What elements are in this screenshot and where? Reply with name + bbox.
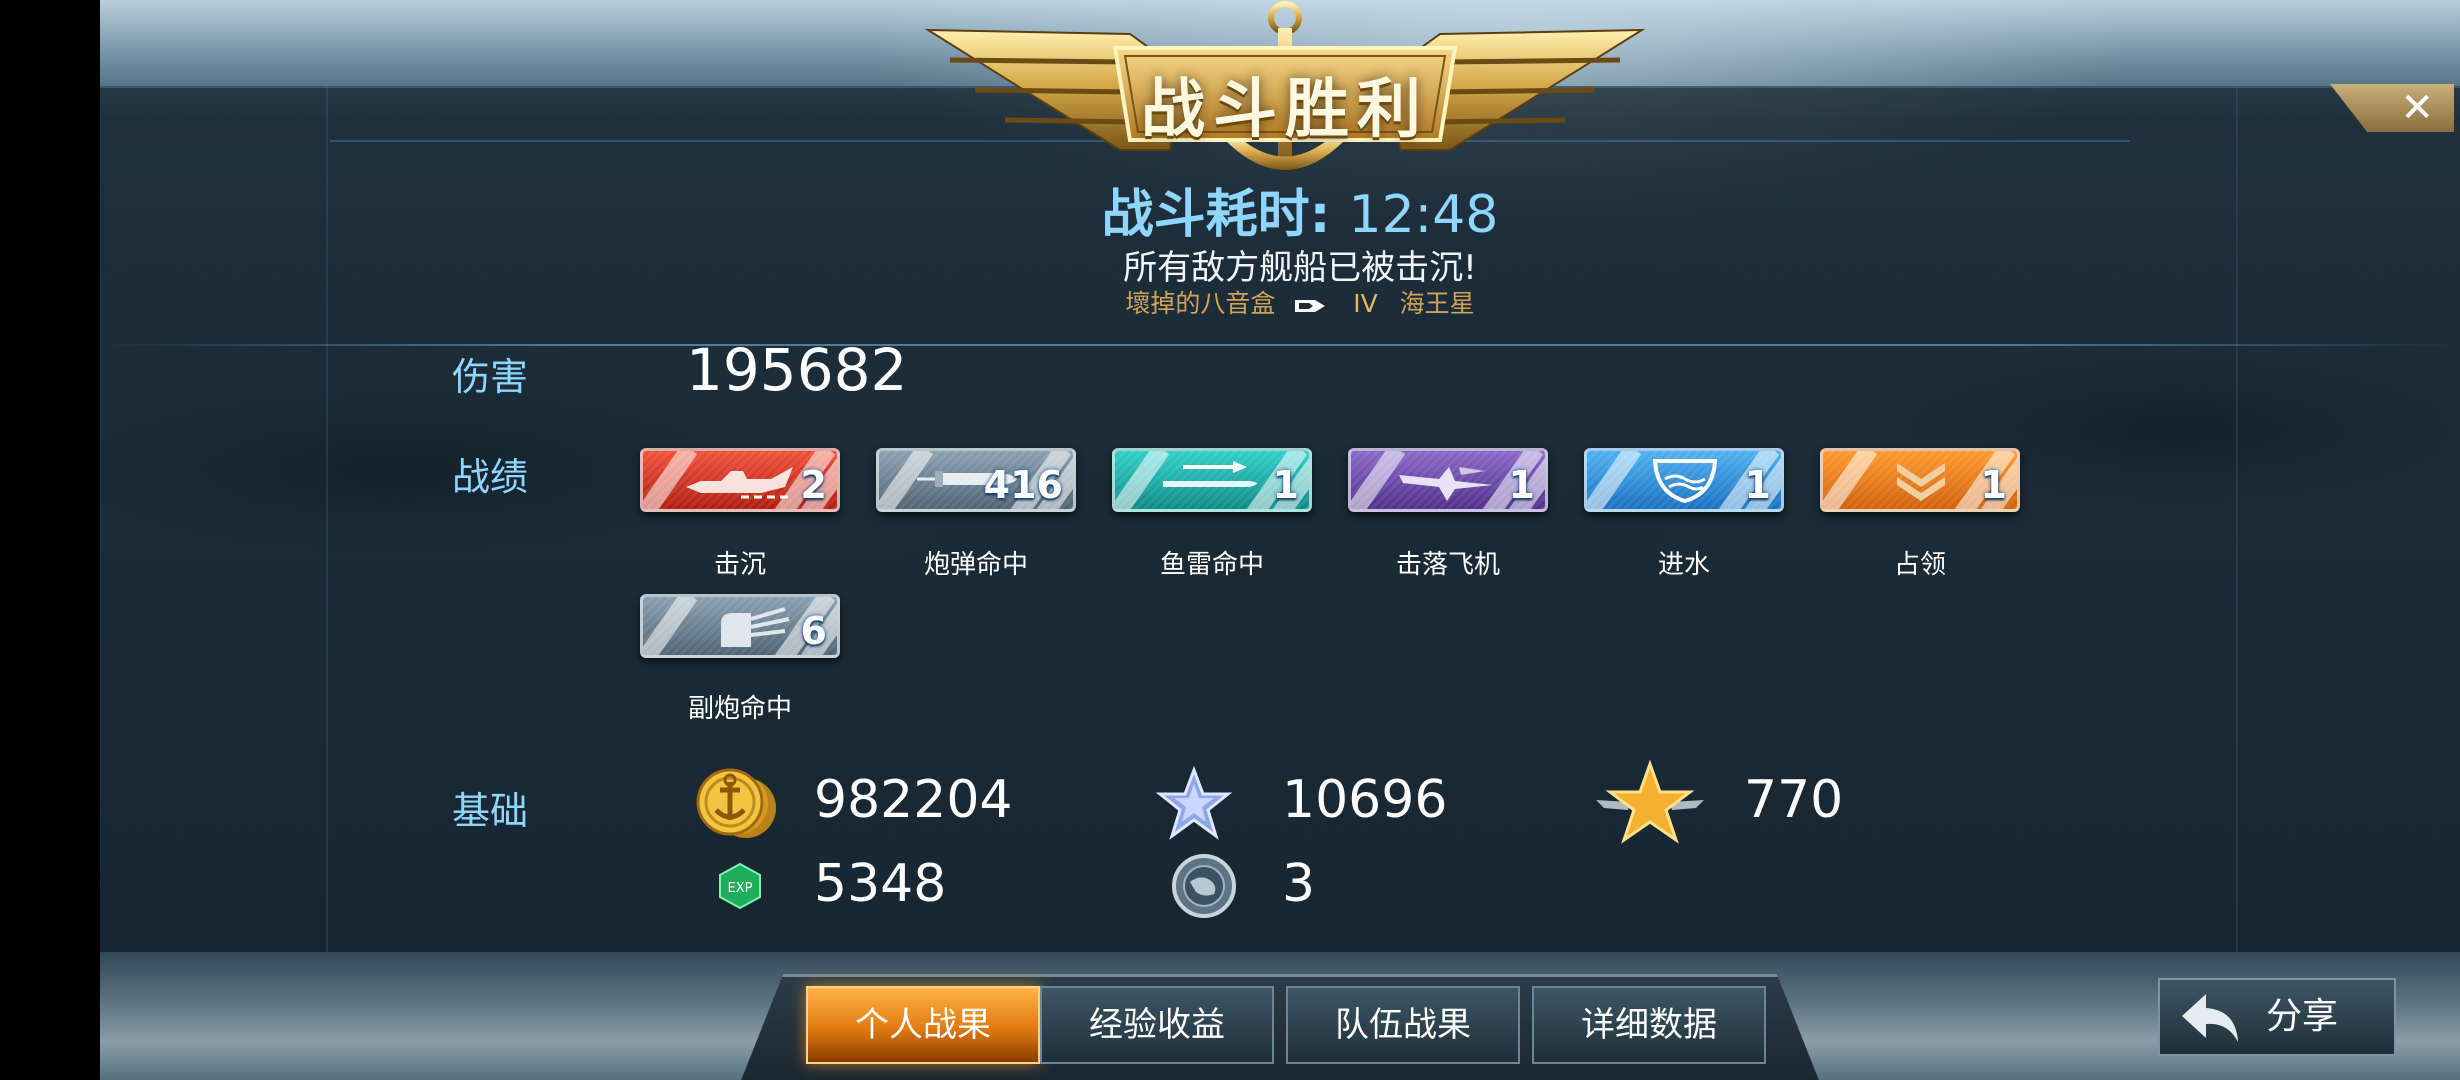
- battle-result-screen: 战斗胜利 ✕ 战斗耗时: 12:48 所有敌方舰船已被击沉! 壞掉的八音盒 IV…: [0, 0, 2460, 1080]
- result-message: 所有敌方舰船已被击沉!: [1123, 248, 1477, 288]
- tab-personal-results[interactable]: 个人战果: [806, 986, 1040, 1064]
- medal-count: 2: [800, 463, 827, 507]
- exp-value: 5348: [814, 854, 947, 914]
- damage-value: 195682: [686, 336, 908, 404]
- svg-text:EXP: EXP: [728, 881, 753, 896]
- ship-icon: [686, 467, 793, 499]
- globe-icon: [1172, 854, 1236, 918]
- flood-icon: [1652, 459, 1718, 504]
- plane-icon: [1399, 467, 1493, 501]
- victory-title: 战斗胜利: [1141, 72, 1429, 147]
- left-black-bar: [0, 0, 100, 1080]
- medal-count: 1: [1508, 463, 1535, 507]
- medal-label: 副炮命中: [687, 694, 792, 724]
- tab-team-results[interactable]: 队伍战果: [1286, 986, 1520, 1064]
- gold-star-value: 770: [1744, 770, 1844, 830]
- medal-planes-shot[interactable]: 1: [1348, 448, 1548, 512]
- medal-sink[interactable]: 2: [640, 448, 840, 512]
- medal-count: 1: [1272, 463, 1299, 507]
- medal-label: 炮弹命中: [923, 550, 1028, 580]
- gold-star-icon: [1596, 760, 1704, 844]
- record-label: 战绩: [452, 455, 529, 499]
- medal-secondary-hits[interactable]: 6: [640, 594, 840, 658]
- medal-torpedo-hits[interactable]: 1: [1112, 448, 1312, 512]
- battle-duration-value: 12:48: [1348, 185, 1499, 245]
- medal-capture[interactable]: 1: [1820, 448, 2020, 512]
- medal-count: 1: [1980, 463, 2007, 507]
- medal-label: 击落飞机: [1395, 550, 1500, 580]
- share-arrow-icon: [2182, 994, 2238, 1042]
- player-line: 壞掉的八音盒 IV 海王星: [900, 284, 1700, 320]
- tab-experience-gains[interactable]: 经验收益: [1040, 986, 1274, 1064]
- capture-icon: [1897, 463, 1945, 501]
- medal-label: 进水: [1657, 550, 1710, 580]
- exp-icon: EXP: [719, 862, 761, 910]
- ship-tier: IV: [1353, 289, 1378, 318]
- share-button[interactable]: 分享: [2158, 978, 2396, 1056]
- torpedo-icon: [1163, 461, 1257, 487]
- medal-flooding[interactable]: 1: [1584, 448, 1784, 512]
- medal-count: 416: [983, 463, 1063, 507]
- secondary-gun-icon: [721, 607, 790, 647]
- ship-flag-icon: [1295, 291, 1327, 320]
- medal-label: 击沉: [713, 550, 766, 580]
- globe-value: 3: [1282, 854, 1316, 914]
- share-label: 分享: [2266, 996, 2339, 1037]
- damage-label: 伤害: [452, 355, 529, 399]
- silver-value: 982204: [814, 770, 1013, 830]
- medal-label: 占领: [1893, 550, 1946, 580]
- star-exp-value: 10696: [1282, 770, 1448, 830]
- medal-shell-hits[interactable]: 416: [876, 448, 1076, 512]
- medal-count: 6: [800, 609, 827, 653]
- panel-divider-right: [2236, 86, 2238, 952]
- player-name: 壞掉的八音盒: [1125, 289, 1276, 318]
- star-exp-icon: [1156, 766, 1232, 840]
- battle-duration-label: 战斗耗时:: [1101, 185, 1331, 245]
- basic-label: 基础: [452, 789, 529, 833]
- close-icon: ✕: [2400, 85, 2434, 131]
- silver-coin-icon: [696, 768, 776, 838]
- medal-label: 鱼雷命中: [1159, 550, 1264, 580]
- panel-divider-left: [326, 86, 328, 952]
- battle-duration: 战斗耗时: 12:48: [1000, 172, 1600, 247]
- ship-name: 海王星: [1399, 289, 1475, 318]
- tab-detailed-data[interactable]: 详细数据: [1532, 986, 1766, 1064]
- medal-count: 1: [1744, 463, 1771, 507]
